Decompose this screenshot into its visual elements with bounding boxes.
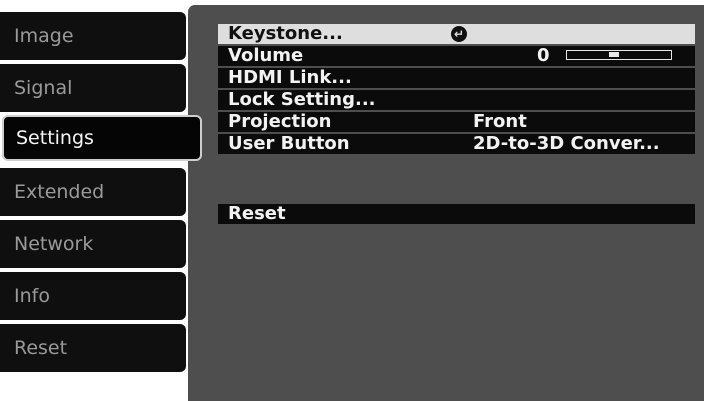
menu-item-label: HDMI Link...: [228, 67, 352, 88]
volume-value: 0: [537, 45, 550, 66]
tab-info[interactable]: Info: [0, 272, 186, 320]
menu-item-keystone[interactable]: Keystone... ↵: [218, 24, 695, 44]
tab-extended[interactable]: Extended: [0, 168, 186, 216]
volume-slider-thumb[interactable]: [609, 52, 619, 57]
tab-image[interactable]: Image: [0, 12, 186, 60]
menu-item-lock-setting[interactable]: Lock Setting...: [218, 90, 695, 110]
menu-item-label: Projection: [228, 111, 332, 132]
menu-item-volume[interactable]: Volume 0: [218, 46, 695, 66]
menu-item-hdmi-link[interactable]: HDMI Link...: [218, 68, 695, 88]
volume-slider[interactable]: [566, 50, 672, 60]
menu-item-label: Reset: [228, 203, 286, 224]
tab-label: Extended: [14, 181, 105, 203]
tab-label: Settings: [16, 127, 94, 149]
menu-item-user-button[interactable]: User Button 2D-to-3D Conver...: [218, 134, 695, 154]
tab-reset[interactable]: Reset: [0, 324, 186, 372]
menu-item-label: User Button: [228, 133, 350, 154]
tab-label: Network: [14, 233, 94, 255]
menu-item-label: Lock Setting...: [228, 89, 376, 110]
menu-item-label: Volume: [228, 45, 304, 66]
enter-icon: ↵: [451, 26, 467, 42]
user-button-value: 2D-to-3D Conver...: [473, 133, 660, 154]
tab-label: Image: [14, 25, 74, 47]
tab-label: Info: [14, 285, 50, 307]
projection-value: Front: [473, 111, 527, 132]
menu-item-reset[interactable]: Reset: [218, 204, 695, 224]
tab-label: Signal: [14, 77, 73, 99]
tab-label: Reset: [14, 337, 68, 359]
settings-panel: Keystone... ↵ Volume 0 HDMI Link... Lock…: [188, 5, 704, 401]
tab-settings[interactable]: Settings: [2, 115, 202, 161]
tab-signal[interactable]: Signal: [0, 64, 186, 112]
menu-item-label: Keystone...: [228, 23, 343, 44]
menu-item-projection[interactable]: Projection Front: [218, 112, 695, 132]
tab-network[interactable]: Network: [0, 220, 186, 268]
